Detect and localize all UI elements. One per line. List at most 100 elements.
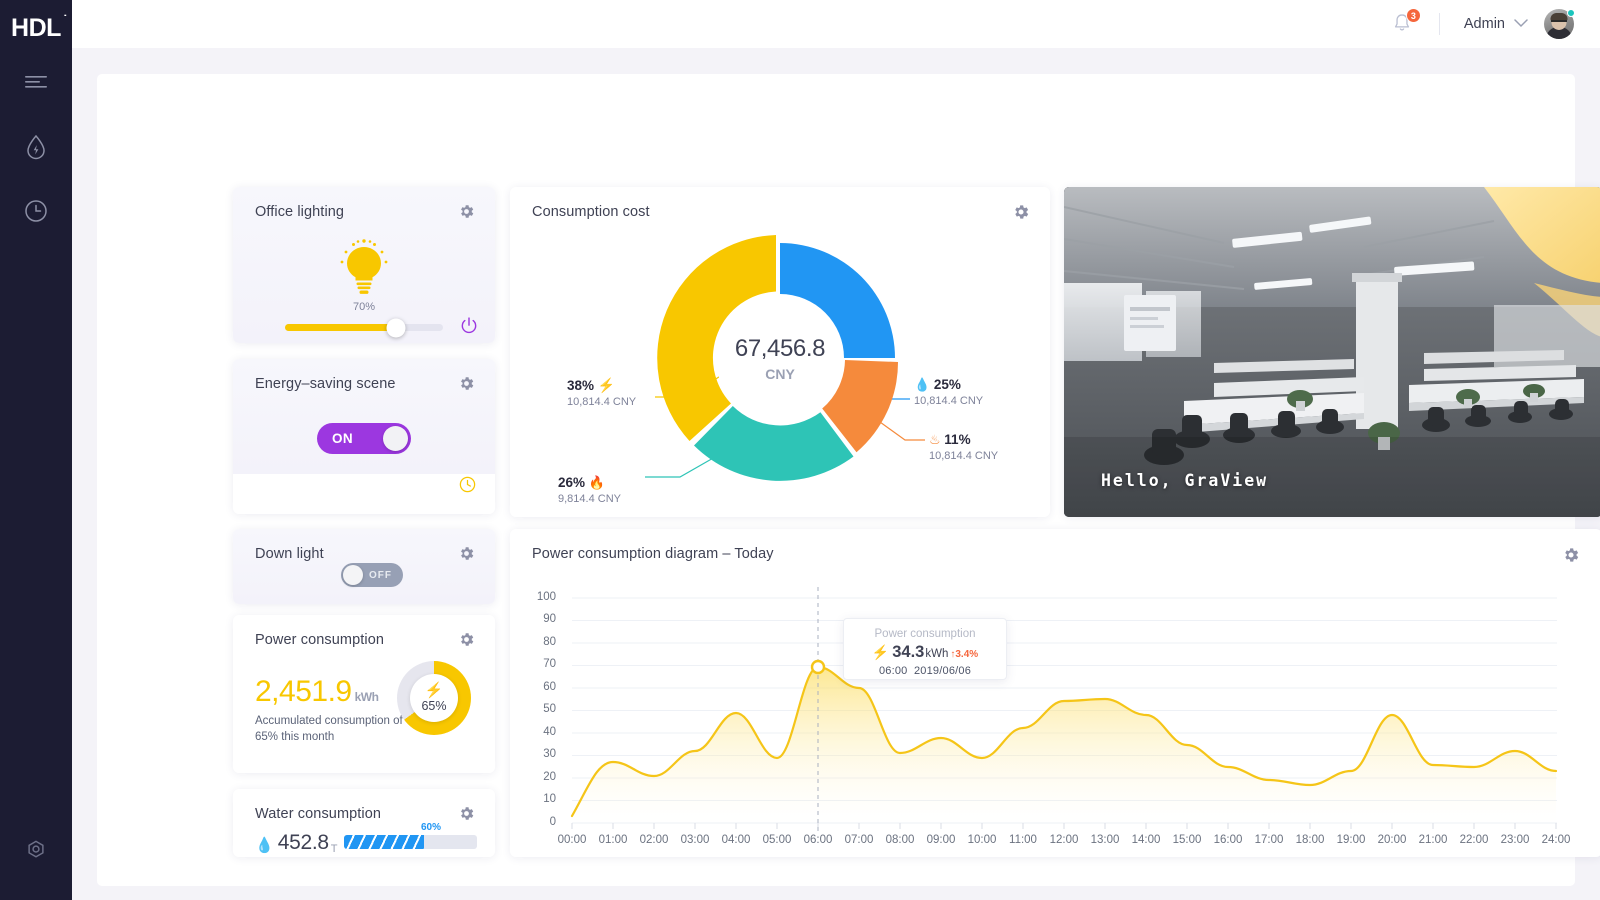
toggle-knob [383,426,408,451]
consumption-donut: 67,456.8 CNY [655,233,905,483]
drop-icon: 💧 [914,377,930,392]
gear-outline-icon [25,839,47,866]
app-logo: HDL˙ [11,14,61,43]
card-title: Power consumption diagram – Today [532,546,774,562]
water-progress-track [344,835,477,849]
tooltip-value: 34.3 [892,643,924,662]
gear-icon[interactable] [458,375,475,397]
bolt-icon: ⚡ [425,684,444,697]
chevron-down-icon[interactable] [1514,15,1528,33]
toggle-knob [343,565,363,585]
sidebar: HDL˙ [0,0,72,900]
brightness-slider[interactable] [285,324,443,331]
card-title: Energy–saving scene [255,376,396,392]
donut-label-heat: ♨ 11% 10,814.4 CNY [929,432,998,462]
y-tick: 90 [526,613,556,625]
card-power-diagram: Power consumption diagram – Today [510,529,1600,857]
heat-icon: ♨ [929,432,941,447]
bolt-icon: ⚡ [598,377,615,393]
donut-label-water: 💧 25% 10,814.4 CNY [914,377,983,407]
bell-icon [1391,21,1413,38]
card-title: Down light [255,546,324,562]
drop-icon: 💧 [255,836,274,855]
y-tick: 10 [526,793,556,805]
flame-icon: 🔥 [589,475,605,490]
header-divider [1439,13,1440,35]
tooltip-unit: kWh [925,648,948,660]
card-title: Office lighting [255,204,344,220]
photo-greeting: Hello, GraView [1101,471,1268,490]
water-drop-bolt-icon [25,134,47,165]
water-progress: 60% [344,835,477,849]
office-photo [1064,187,1600,517]
tooltip-value-row: ⚡ 34.3 kWh ↑3.4% [844,643,1006,662]
card-title: Consumption cost [532,204,650,220]
logo-text: HDL [11,14,61,42]
gear-icon[interactable] [458,631,475,653]
page-background: Office lighting [72,48,1600,900]
logo-mark: ˙ [63,12,67,27]
y-tick: 0 [526,816,556,828]
notification-badge: 3 [1406,8,1421,23]
gear-icon[interactable] [1012,203,1030,226]
card-down-light: Down light OFF [233,529,495,604]
donut-total-value: 67,456.8 [735,335,825,363]
sidebar-item-settings[interactable] [14,830,58,874]
tooltip-timestamp: 06:00 2019/06/06 [844,665,1006,677]
y-tick: 50 [526,703,556,715]
gear-icon[interactable] [458,203,475,225]
water-consumption-value: 452.8 [278,831,329,855]
toggle-label: ON [332,431,353,446]
chart-tooltip: Power consumption ⚡ 34.3 kWh ↑3.4% 06:00… [843,618,1007,680]
energy-scene-toggle[interactable]: ON [317,423,411,454]
card-power-consumption: Power consumption 2,451.9kWh Accumulated… [233,615,495,773]
card-water-consumption: Water consumption 💧 452.8 T 60% [233,789,495,857]
y-tick: 20 [526,771,556,783]
avatar[interactable] [1544,9,1574,39]
power-consumption-donut: ⚡ 65% [397,661,471,735]
gear-icon[interactable] [458,805,475,827]
y-tick: 100 [526,591,556,603]
power-icon[interactable] [459,316,479,341]
y-tick: 70 [526,658,556,670]
brightness-slider-knob[interactable] [386,318,405,337]
gear-icon[interactable] [458,545,475,567]
card-consumption-cost: Consumption cost [510,187,1050,517]
brightness-slider-fill [285,324,396,331]
card-energy-saving-scene: Energy–saving scene ON [233,359,495,514]
water-progress-label: 60% [421,822,441,833]
clock-icon [24,199,48,228]
power-diagram-svg [510,573,1600,857]
sidebar-item-history[interactable] [14,191,58,235]
y-tick: 30 [526,748,556,760]
donut-label-gas: 26% 🔥 9,814.4 CNY [558,475,621,505]
online-status-dot [1567,9,1575,17]
power-consumption-unit: kWh [355,690,379,704]
brightness-value-label: 70% [233,301,495,313]
user-name: Admin [1464,16,1505,32]
water-consumption-unit: T [331,843,338,855]
top-header: 3 Admin [72,0,1600,48]
power-diagram-plot: 100 90 80 70 60 50 40 30 20 10 0 00:00 0… [510,573,1600,857]
light-bulb-icon [333,231,395,302]
y-tick: 60 [526,681,556,693]
sidebar-item-energy[interactable] [14,127,58,171]
donut-label-electricity: 38% ⚡ 10,814.4 CNY [567,377,636,408]
gear-icon[interactable] [1562,546,1580,569]
card-title: Power consumption [255,632,384,648]
card-title: Water consumption [255,806,381,822]
tooltip-delta: ↑3.4% [950,649,978,660]
y-tick: 40 [526,726,556,738]
x-tick: 24:00 [1531,834,1581,846]
donut-center-label: 67,456.8 CNY [716,294,844,422]
bolt-icon: ⚡ [872,644,889,661]
clock-schedule-icon[interactable] [458,475,477,499]
hamburger-icon [25,75,47,96]
power-donut-label: 65% [421,699,446,713]
notifications-button[interactable]: 3 [1391,12,1415,36]
sidebar-item-menu[interactable] [14,63,58,107]
card-office-photo: Hello, GraView [1064,187,1600,517]
power-consumption-value: 2,451.9kWh [255,675,378,709]
y-tick: 80 [526,636,556,648]
down-light-toggle[interactable]: OFF [341,563,403,587]
